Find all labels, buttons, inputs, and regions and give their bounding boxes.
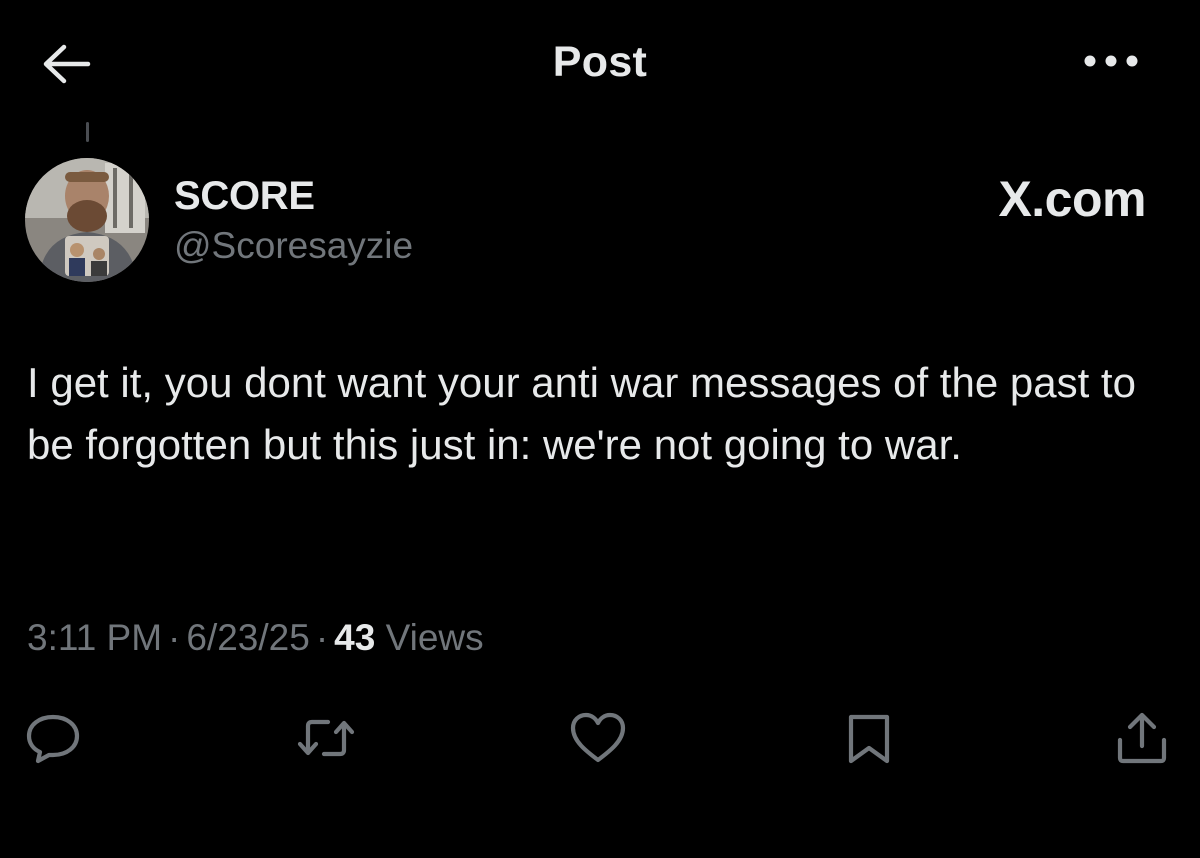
post-date: 6/23/25 xyxy=(186,617,310,658)
share-icon xyxy=(1117,712,1167,764)
page-title: Post xyxy=(552,38,648,86)
author-handle[interactable]: @Scoresayzie xyxy=(174,225,413,267)
top-bar: Post xyxy=(0,0,1200,125)
thread-connector-line xyxy=(86,122,89,142)
post-metadata: 3:11 PM · 6/23/25 · 43 Views xyxy=(27,617,484,659)
share-button[interactable] xyxy=(1112,708,1172,768)
more-horizontal-icon xyxy=(1084,55,1138,67)
author-display-name[interactable]: SCORE xyxy=(174,174,315,219)
bookmark-icon xyxy=(848,714,890,764)
post-time: 3:11 PM xyxy=(27,617,163,658)
post-text: I get it, you dont want your anti war me… xyxy=(27,359,1136,468)
views-count[interactable]: 43 xyxy=(334,617,375,658)
like-icon xyxy=(570,712,626,763)
separator-dot: · xyxy=(168,617,181,658)
reply-icon xyxy=(26,714,80,764)
views-label[interactable]: Views xyxy=(386,617,484,658)
more-options-button[interactable] xyxy=(1078,40,1144,80)
bookmark-button[interactable] xyxy=(839,708,899,768)
avatar[interactable] xyxy=(25,158,149,282)
repost-icon xyxy=(297,719,355,757)
avatar-image xyxy=(25,158,149,282)
watermark-logo-text: X.com xyxy=(998,171,1146,227)
like-button[interactable] xyxy=(568,708,628,768)
reply-button[interactable] xyxy=(23,708,83,768)
repost-button[interactable] xyxy=(296,708,356,768)
separator-dot: · xyxy=(315,617,329,658)
